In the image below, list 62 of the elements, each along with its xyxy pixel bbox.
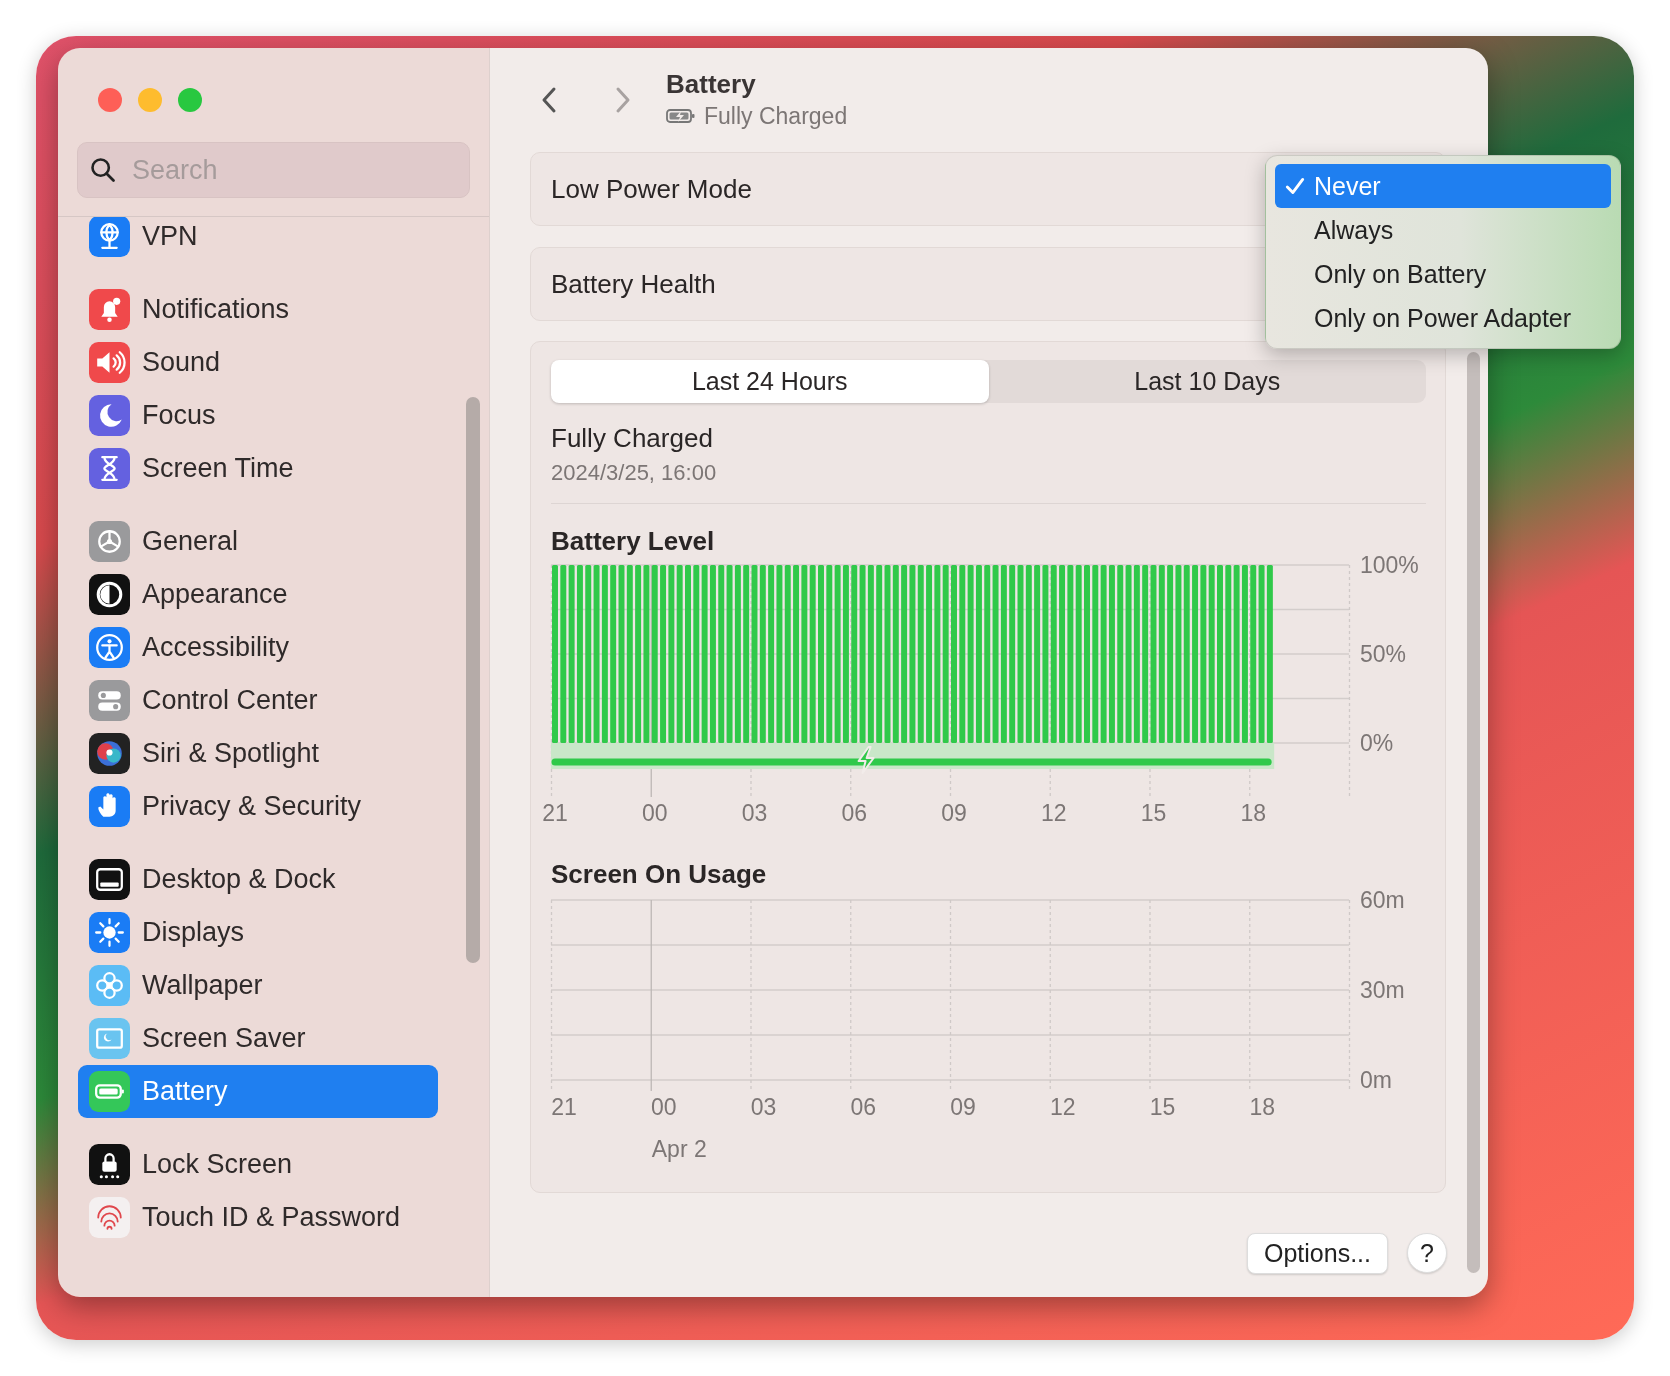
sidebar-item[interactable]: Touch ID & Password <box>78 1191 438 1244</box>
sidebar-item[interactable]: Screen Time <box>78 442 438 495</box>
tab[interactable]: Last 10 Days <box>988 360 1426 403</box>
axis-label: 18 <box>1249 1094 1275 1120</box>
sidebar-item[interactable]: Accessibility <box>78 621 438 674</box>
sidebar-item[interactable]: Siri & Spotlight <box>78 727 438 780</box>
search-field[interactable]: Search <box>77 142 470 198</box>
axis-label: 00 <box>650 1094 677 1120</box>
axis-label: 09 <box>941 800 967 826</box>
chart-title: Screen On Usage <box>551 859 768 889</box>
axis-label: 60m <box>1360 887 1405 913</box>
axis-label: 30m <box>1360 977 1405 1003</box>
axis-label: 21 <box>551 1094 577 1120</box>
sidebar-item[interactable]: Wallpaper <box>78 959 438 1012</box>
axis-label: 0% <box>1360 730 1394 756</box>
axis-label: 15 <box>1149 1094 1176 1120</box>
options-button[interactable]: Options... <box>1247 1233 1388 1274</box>
sidebar-item[interactable]: Focus <box>78 389 438 442</box>
battery-charging-icon <box>666 108 696 124</box>
sidebar-item[interactable]: Desktop & Dock <box>78 853 438 906</box>
sidebar-item[interactable]: Lock Screen <box>78 1138 438 1191</box>
sidebar-item[interactable]: VPN <box>78 217 438 263</box>
axis-label: 50% <box>1360 641 1407 667</box>
sidebar-item[interactable]: Screen Saver <box>78 1012 438 1065</box>
help-button[interactable]: ? <box>1407 1233 1447 1273</box>
axis-label: 03 <box>750 1094 777 1120</box>
axis-label: 21 <box>542 800 568 826</box>
battery-status: Fully Charged <box>704 102 848 130</box>
lightning-bolt-icon <box>857 746 875 774</box>
scrollbar-thumb[interactable] <box>466 397 480 963</box>
sidebar-item[interactable]: Notifications <box>78 283 438 336</box>
axis-label: 12 <box>1049 1094 1076 1120</box>
axis-label: 00 <box>641 800 668 826</box>
axis-label: 100% <box>1360 552 1419 578</box>
chart-title: Battery Level <box>551 526 716 556</box>
menu-item[interactable]: Never <box>1275 164 1611 208</box>
axis-label: 12 <box>1040 800 1067 826</box>
sidebar-item[interactable]: Control Center <box>78 674 438 727</box>
zoom-button[interactable] <box>178 88 202 112</box>
date-label: Apr 2 <box>651 1136 707 1162</box>
sidebar-item[interactable]: General <box>78 515 438 568</box>
axis-label: 09 <box>950 1094 976 1120</box>
tab[interactable]: Last 24 Hours <box>551 360 989 403</box>
scrollbar-thumb[interactable] <box>1467 352 1480 1273</box>
close-button[interactable] <box>98 88 122 112</box>
sidebar-item[interactable]: Sound <box>78 336 438 389</box>
window-title: Battery <box>666 68 757 100</box>
axis-label: 06 <box>841 800 868 826</box>
sidebar-item[interactable]: Appearance <box>78 568 438 621</box>
axis-label: 18 <box>1240 800 1267 826</box>
charge-time: 2024/3/25, 16:00 <box>551 460 718 486</box>
minimize-button[interactable] <box>138 88 162 112</box>
checkmark-icon <box>1283 175 1306 197</box>
sidebar-item[interactable]: Battery <box>78 1065 438 1118</box>
search-icon <box>89 156 117 184</box>
axis-label: 0m <box>1360 1067 1392 1093</box>
sidebar-item[interactable]: Displays <box>78 906 438 959</box>
axis-label: 06 <box>850 1094 876 1120</box>
sidebar-item[interactable]: Privacy & Security <box>78 780 438 833</box>
charge-status: Fully Charged <box>551 423 714 454</box>
axis-label: 15 <box>1140 800 1167 826</box>
axis-label: 03 <box>741 800 768 826</box>
